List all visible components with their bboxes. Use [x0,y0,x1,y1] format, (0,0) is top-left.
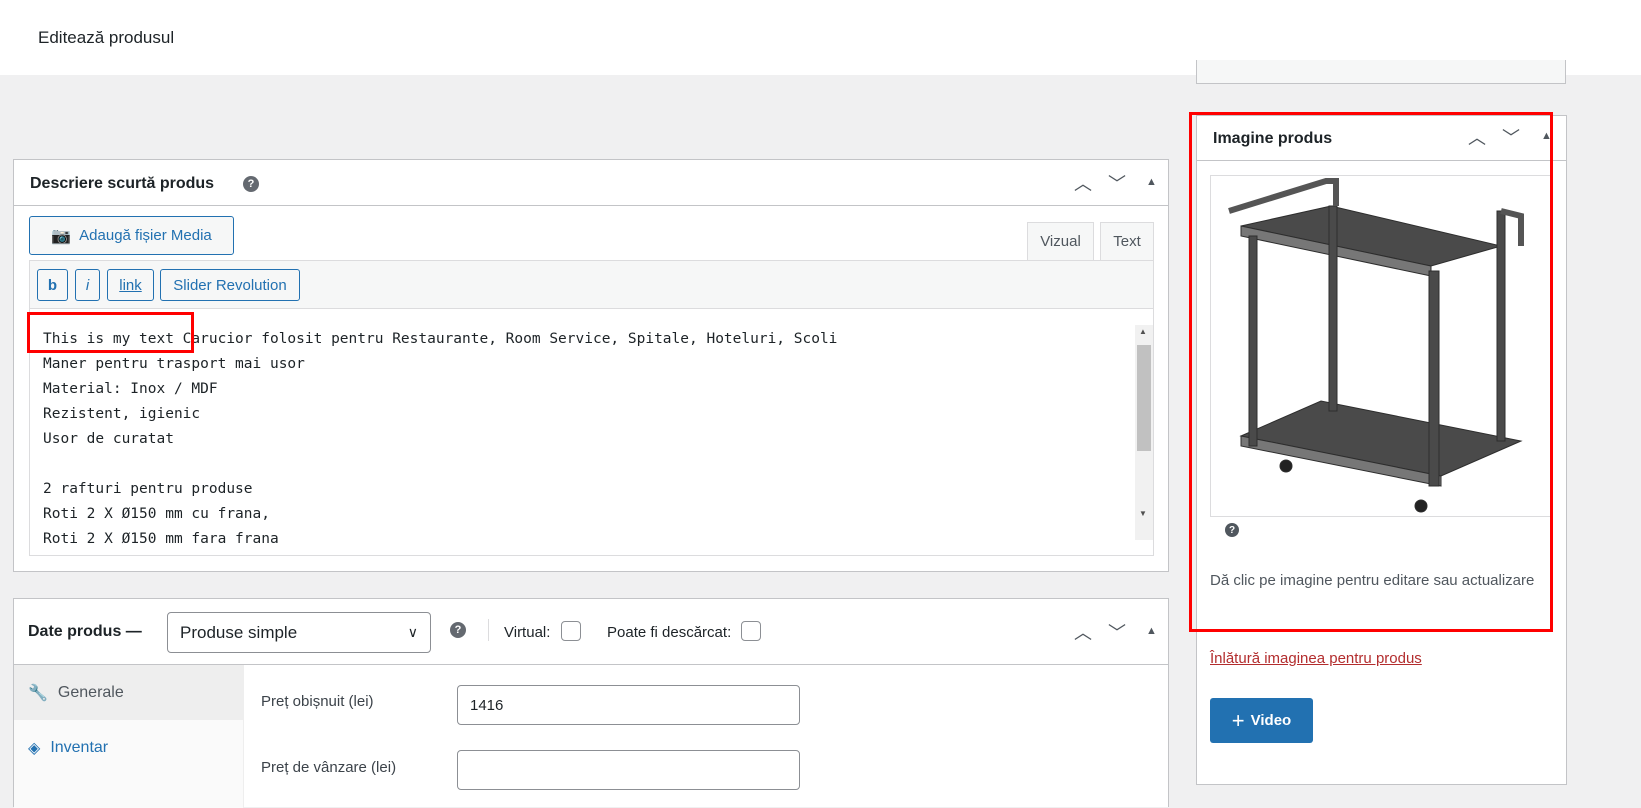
tab-label: Inventar [50,738,109,756]
tab-general[interactable]: 🔧 Generale [14,665,244,720]
select-value: Produse simple [180,622,298,642]
scroll-down-icon[interactable]: ▼ [1139,509,1147,518]
regular-price-input[interactable]: 1416 [457,685,800,725]
collapse-icon[interactable]: ▲ [1146,625,1157,637]
downloadable-label: Poate fi descărcat: [607,624,732,641]
panel-title: Date produs — [28,623,142,640]
text-line: Rezistent, igienic [43,406,201,422]
link-button[interactable]: link [107,269,154,301]
divider [488,619,489,641]
wrench-icon: 🔧 [28,684,48,702]
text-line: Material: Inox / MDF [43,381,218,397]
text-line: Roti 2 X Ø150 mm cu frana, [43,506,270,522]
remove-image-link[interactable]: Înlătură imaginea pentru produs [1210,650,1422,667]
help-icon[interactable]: ? [450,622,466,638]
panel-title: Descriere scurtă produs [30,175,215,192]
add-media-label: Adaugă fișier Media [79,227,212,244]
description-textarea[interactable]: This is my text Carucior folosit pentru … [29,309,1154,556]
tab-label: Generale [57,683,124,701]
quicktags-toolbar: b i link Slider Revolution [29,260,1154,309]
plus-icon: + [1231,707,1245,733]
add-media-button[interactable]: 📷 Adaugă fișier Media [29,216,234,255]
panel-header: Date produs — Produse simple ∨ ? Virtual… [14,599,1168,665]
text-line [43,452,837,477]
short-description-panel: Descriere scurtă produs ? ︿ ﹀ ▲ 📷 Adaugă… [13,159,1169,572]
text-line: 2 rafturi pentru produse [43,481,253,497]
tab-text[interactable]: Text [1100,222,1154,261]
downloadable-checkbox[interactable] [741,621,761,641]
virtual-checkbox[interactable] [561,621,581,641]
move-down-icon[interactable]: ﹀ [1108,170,1126,196]
highlight-box [1189,112,1553,632]
tab-inventory[interactable]: ◈ Inventar [14,720,244,775]
bold-button[interactable]: b [37,269,68,301]
collapse-icon[interactable]: ▲ [1146,176,1157,188]
move-up-icon[interactable]: ︿ [1074,619,1092,645]
chevron-down-icon: ∨ [407,624,418,640]
sidebar-box-previous [1196,60,1566,84]
scroll-up-icon[interactable]: ▲ [1139,327,1147,336]
highlight-box [27,312,194,353]
text-line: Roti 2 X Ø150 mm fara frana [43,531,279,547]
tab-visual[interactable]: Vizual [1027,222,1094,261]
sale-price-input[interactable] [457,750,800,790]
scrollbar-thumb[interactable] [1137,345,1151,451]
move-down-icon[interactable]: ﹀ [1108,619,1126,645]
panel-header: Descriere scurtă produs ? ︿ ﹀ ▲ [14,160,1168,206]
media-icon: 📷 [51,227,72,245]
move-up-icon[interactable]: ︿ [1074,170,1092,196]
page-title: Editează produsul [38,28,175,47]
help-icon[interactable]: ? [243,176,259,192]
product-data-panel: Date produs — Produse simple ∨ ? Virtual… [13,598,1169,808]
virtual-label: Virtual: [504,624,551,641]
video-label: Video [1250,712,1292,729]
textarea-content: This is my text Carucior folosit pentru … [43,327,837,552]
inventory-icon: ◈ [28,739,41,757]
scrollbar[interactable]: ▲ ▼ [1135,325,1153,540]
italic-button[interactable]: i [75,269,100,301]
text-line: Usor de curatat [43,431,174,447]
regular-price-label: Preț obișnuit (lei) [261,693,374,710]
product-type-select[interactable]: Produse simple ∨ [167,612,431,653]
slider-revolution-button[interactable]: Slider Revolution [160,269,300,301]
product-data-tabs: 🔧 Generale ◈ Inventar [14,665,244,808]
text-line: Maner pentru trasport mai usor [43,356,305,372]
add-video-button[interactable]: + Video [1210,698,1313,743]
sale-price-label: Preț de vânzare (lei) [261,759,397,776]
